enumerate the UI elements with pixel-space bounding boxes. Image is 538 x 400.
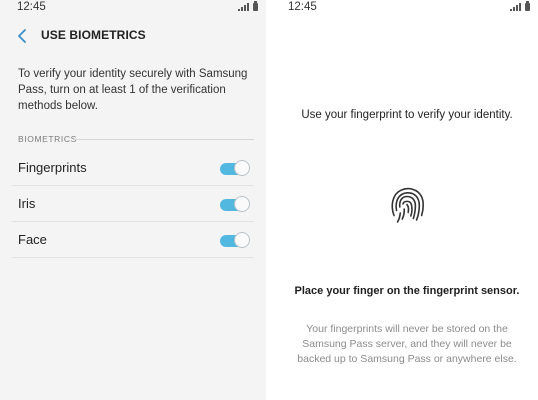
toggle-knob [234, 160, 250, 176]
signal-icon [510, 3, 521, 11]
biometrics-list: Fingerprints Iris Face [12, 150, 254, 258]
biometric-label: Fingerprints [18, 160, 87, 175]
fingerprints-toggle[interactable] [219, 159, 250, 177]
toggle-knob [234, 196, 250, 212]
signal-icon [238, 3, 249, 11]
biometric-row-face[interactable]: Face [12, 222, 254, 258]
section-header-biometrics: BIOMETRICS [18, 134, 77, 144]
privacy-disclaimer: Your fingerprints will never be stored o… [297, 323, 517, 365]
page-title: USE BIOMETRICS [41, 28, 146, 42]
status-bar: 12:45 [276, 0, 538, 16]
intro-text: To verify your identity securely with Sa… [18, 68, 248, 112]
face-toggle[interactable] [219, 231, 250, 249]
biometric-label: Face [18, 232, 47, 247]
use-biometrics-screen: 12:45 USE BIOMETRICS To verify your iden… [0, 0, 266, 400]
status-icons [510, 1, 530, 11]
back-button[interactable] [12, 26, 32, 46]
biometric-label: Iris [18, 196, 36, 211]
biometric-row-iris[interactable]: Iris [12, 186, 254, 222]
verify-heading: Use your fingerprint to verify your iden… [301, 109, 513, 121]
status-time: 12:45 [288, 1, 317, 13]
iris-toggle[interactable] [219, 195, 250, 213]
toggle-knob [234, 232, 250, 248]
section-divider [74, 139, 254, 140]
app-bar: USE BIOMETRICS [0, 24, 266, 48]
biometric-row-fingerprints[interactable]: Fingerprints [12, 150, 254, 186]
battery-icon [253, 1, 258, 11]
screen-divider [266, 0, 276, 400]
status-icons [238, 1, 258, 11]
chevron-left-icon [18, 29, 26, 43]
fingerprint-icon [391, 187, 424, 223]
battery-icon [525, 1, 530, 11]
fingerprint-verification-screen: 12:45 Use your fingerprint to verify you… [276, 0, 538, 400]
place-finger-instruction: Place your finger on the fingerprint sen… [294, 285, 520, 297]
status-time: 12:45 [17, 1, 46, 13]
status-bar: 12:45 [0, 0, 266, 16]
